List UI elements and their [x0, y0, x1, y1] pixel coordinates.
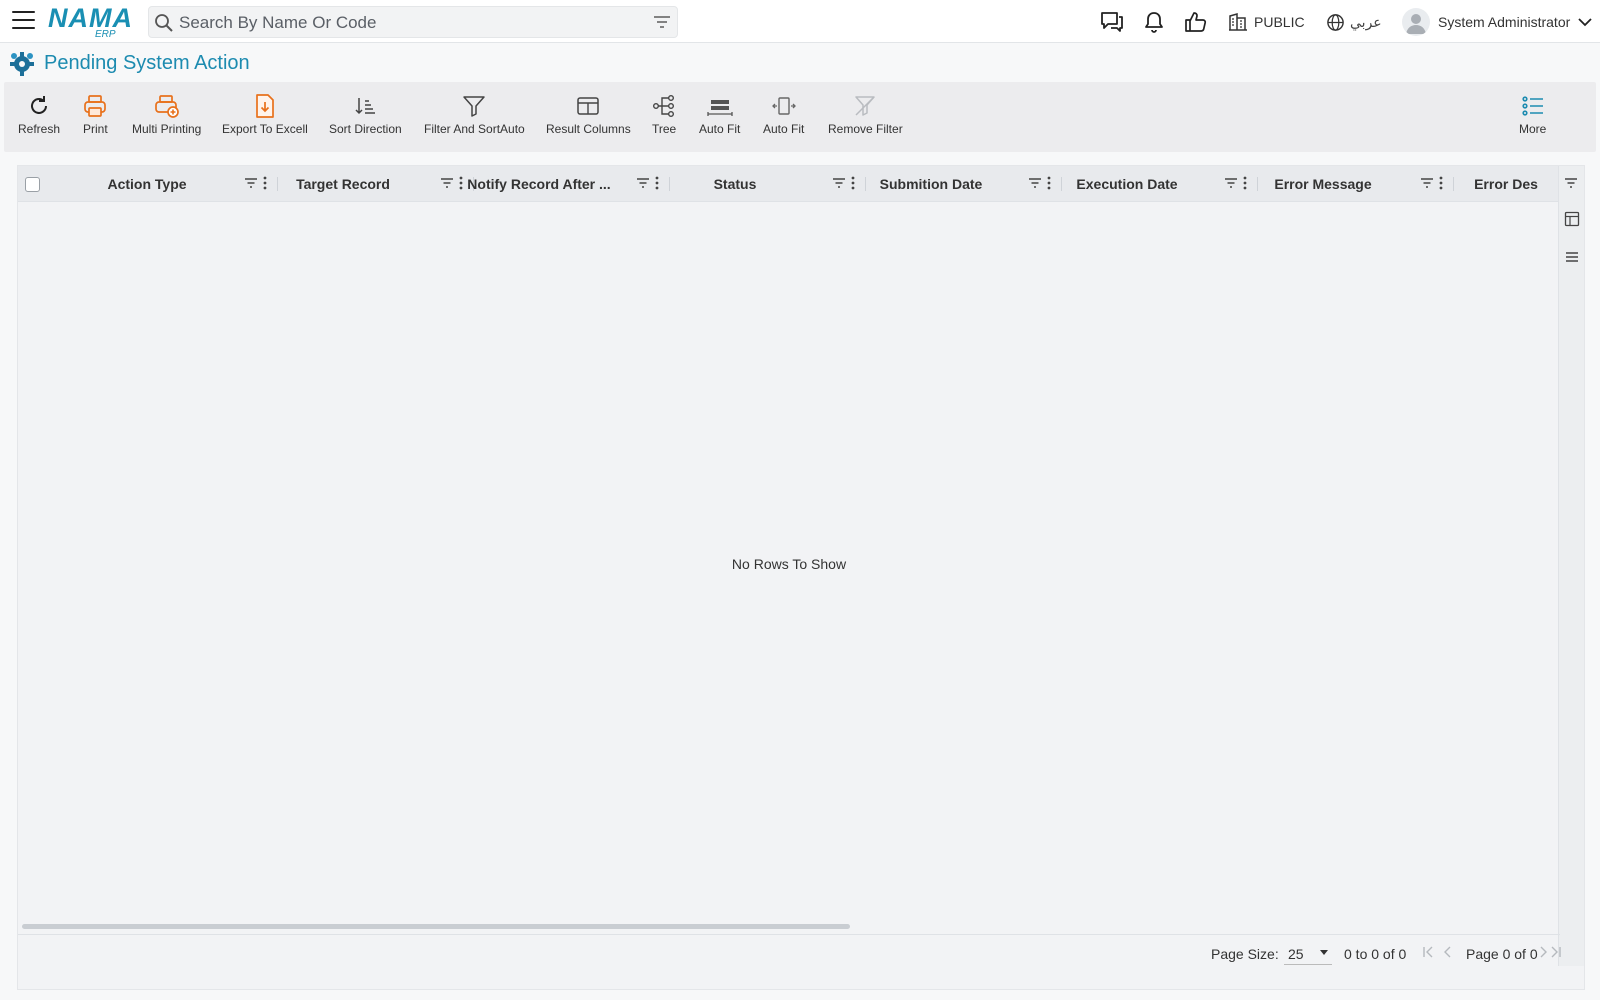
previous-page-icon[interactable]: [1443, 946, 1453, 958]
column-header-target-record[interactable]: Target Record: [268, 166, 474, 201]
list-icon: [1522, 96, 1543, 116]
globe-icon: [1327, 13, 1344, 31]
column-filter-icon[interactable]: [244, 177, 258, 189]
print-button[interactable]: Print: [83, 92, 108, 144]
chat-icon[interactable]: [1099, 10, 1125, 34]
column-header-submition-date[interactable]: Submition Date: [856, 166, 1062, 201]
column-menu-icon[interactable]: [851, 176, 855, 190]
column-menu-icon[interactable]: [1243, 176, 1247, 190]
remove-filter-button[interactable]: Remove Filter: [828, 92, 903, 144]
printer-icon: [84, 95, 107, 117]
data-grid: Action Type Target Record Notify Record …: [17, 165, 1585, 990]
grid-side-panel: [1558, 166, 1584, 966]
sort-direction-button[interactable]: Sort Direction: [329, 92, 402, 144]
search-icon: [155, 14, 173, 32]
page-size-select[interactable]: 25: [1284, 941, 1332, 965]
column-header-notify-record-after[interactable]: Notify Record After ...: [464, 166, 670, 201]
dropdown-arrow-icon: [1320, 950, 1328, 955]
tree-icon: [653, 95, 675, 118]
column-header-execution-date[interactable]: Execution Date: [1052, 166, 1258, 201]
column-header-action-type[interactable]: Action Type: [72, 166, 278, 201]
more-button[interactable]: More: [1519, 92, 1546, 144]
page-header: Pending System Action: [8, 48, 250, 78]
chevron-down-icon: [1578, 18, 1592, 27]
column-filter-icon[interactable]: [1224, 177, 1238, 189]
last-page-icon[interactable]: [1550, 946, 1562, 958]
refresh-button[interactable]: Refresh: [18, 92, 60, 144]
multi-printing-button[interactable]: Multi Printing: [132, 92, 201, 144]
multi-printer-icon: [154, 95, 179, 118]
company-selector[interactable]: PUBLIC: [1228, 10, 1305, 34]
user-menu[interactable]: System Administrator: [1402, 6, 1592, 38]
logo-subtext: ERP: [95, 29, 116, 40]
settings-gears-icon: [10, 52, 34, 76]
thumbs-up-icon[interactable]: [1183, 10, 1209, 34]
building-icon: [1229, 13, 1247, 31]
sort-icon: [355, 98, 376, 115]
column-header-status[interactable]: Status: [660, 166, 866, 201]
columns-icon: [577, 97, 600, 115]
horizontal-scrollbar[interactable]: [22, 924, 850, 929]
column-filter-icon[interactable]: [440, 177, 454, 189]
column-header-error-description[interactable]: Error Des: [1444, 166, 1560, 201]
tree-button[interactable]: Tree: [652, 92, 676, 144]
filter-and-sort-button[interactable]: Filter And SortAuto: [424, 92, 525, 144]
column-menu-icon[interactable]: [655, 176, 659, 190]
auto-fit-width-icon: [707, 100, 733, 116]
bell-icon[interactable]: [1141, 10, 1167, 34]
empty-message: No Rows To Show: [731, 556, 847, 572]
refresh-icon: [31, 96, 48, 114]
next-page-icon[interactable]: [1538, 946, 1548, 958]
search-bar: [148, 6, 678, 38]
grid-header: Action Type Target Record Notify Record …: [18, 166, 1560, 202]
page-size-label: Page Size:: [1211, 946, 1279, 962]
first-page-icon[interactable]: [1422, 946, 1434, 958]
column-filter-icon[interactable]: [1420, 177, 1434, 189]
menu-icon[interactable]: [12, 11, 35, 31]
export-file-icon: [256, 94, 274, 118]
auto-fit-columns-button[interactable]: Auto Fit: [763, 92, 804, 144]
export-excel-button[interactable]: Export To Excell: [222, 92, 308, 144]
column-menu-icon[interactable]: [1047, 176, 1051, 190]
search-filter-icon[interactable]: [653, 15, 671, 29]
select-all-checkbox[interactable]: [25, 177, 40, 192]
search-input[interactable]: [179, 11, 619, 35]
column-header-error-message[interactable]: Error Message: [1248, 166, 1454, 201]
page-info: Page 0 of 0: [1466, 946, 1538, 962]
row-range: 0 to 0 of 0: [1344, 946, 1407, 962]
column-filter-icon[interactable]: [832, 177, 846, 189]
page-title: Pending System Action: [44, 51, 250, 74]
column-menu-icon[interactable]: [1439, 176, 1443, 190]
pagination-bar: Page Size: 25 0 to 0 of 0 Page 0 of 0: [18, 934, 1562, 969]
user-name: System Administrator: [1438, 14, 1571, 30]
top-bar: NAMA ERP PUBLIC عربي System Administrato…: [0, 0, 1600, 43]
logo-text: NAMA: [48, 3, 133, 33]
column-filter-icon[interactable]: [1028, 177, 1042, 189]
result-columns-button[interactable]: Result Columns: [546, 92, 631, 144]
auto-fit-button[interactable]: Auto Fit: [699, 92, 740, 144]
app-logo[interactable]: NAMA ERP: [48, 3, 133, 40]
company-label: PUBLIC: [1254, 14, 1305, 30]
auto-fit-columns-icon: [771, 97, 796, 115]
column-menu-icon[interactable]: [459, 176, 463, 190]
filters-panel-icon[interactable]: [1564, 250, 1580, 264]
avatar: [1402, 8, 1430, 36]
language-label: عربي: [1350, 13, 1382, 30]
toolbar: Refresh Print Multi Printing Export To E…: [4, 82, 1596, 152]
remove-filter-icon: [855, 96, 876, 116]
funnel-icon: [463, 96, 486, 117]
column-filter-icon[interactable]: [636, 177, 650, 189]
column-filter-icon[interactable]: [1564, 177, 1578, 189]
columns-panel-icon[interactable]: [1564, 211, 1580, 227]
column-menu-icon[interactable]: [263, 176, 267, 190]
language-selector[interactable]: عربي: [1326, 10, 1382, 34]
